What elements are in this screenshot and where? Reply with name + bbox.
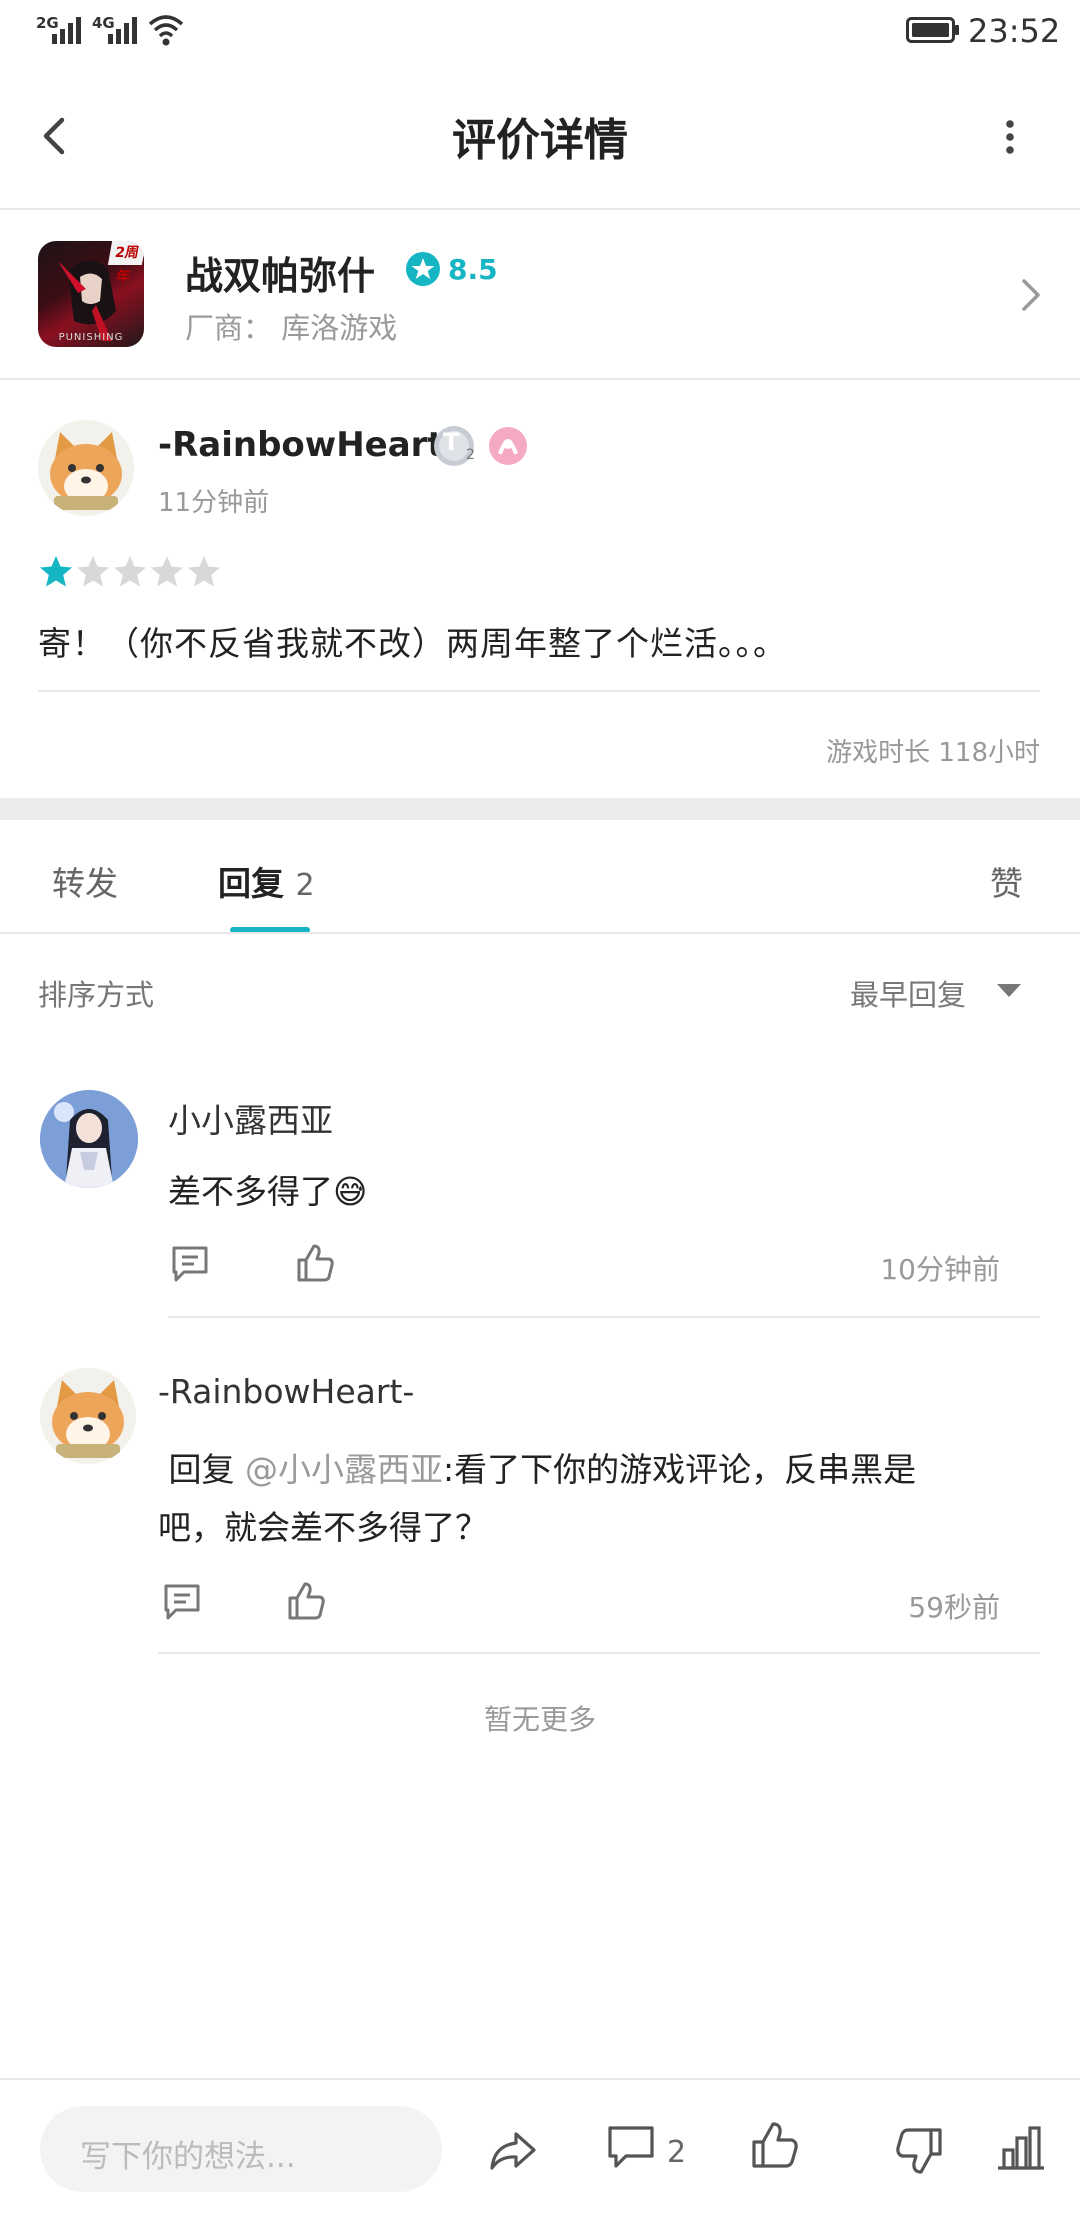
reply-2-prefix: 回复 — [168, 1450, 245, 1489]
signal-4g-icon — [108, 17, 137, 44]
reply-2-like-button[interactable] — [284, 1578, 328, 1624]
page-title: 评价详情 — [452, 115, 628, 166]
reply-2-author[interactable]: -RainbowHeart- — [158, 1372, 414, 1411]
dropdown-triangle-icon — [997, 984, 1021, 997]
score-star-icon — [406, 252, 440, 286]
comment-input-placeholder: 写下你的想法... — [80, 2139, 296, 2175]
reply-1-comment-button[interactable] — [168, 1242, 212, 1286]
reply-2-comment-button[interactable] — [160, 1580, 204, 1624]
stats-button[interactable] — [994, 2120, 1048, 2174]
status-time: 23:52 — [968, 12, 1061, 50]
game-maker: 厂商： 库洛游戏 — [185, 311, 398, 345]
thumb-up-icon — [752, 2122, 798, 2168]
game-name: 战双帕弥什 — [185, 254, 376, 298]
review-text: 寄！（你不反省我就不改）两周年整了个烂活。。。 — [38, 624, 787, 663]
shiba-avatar-image — [52, 1380, 124, 1458]
more-vertical-icon — [1006, 120, 1014, 154]
section-gap — [0, 798, 1080, 820]
thumb-up-icon — [297, 1244, 334, 1282]
dislike-button[interactable] — [892, 2124, 946, 2178]
chevron-right-icon — [1022, 279, 1040, 311]
no-more-text: 暂无更多 — [483, 1703, 596, 1736]
thumb-up-icon — [288, 1582, 325, 1620]
review-time: 11分钟前 — [158, 488, 270, 518]
status-bar: 2G 4G 23:52 — [0, 0, 1080, 64]
reply-2-avatar[interactable] — [40, 1368, 136, 1464]
level-badge-sub: 2 — [466, 447, 475, 463]
reply-2-time: 59秒前 — [908, 1591, 1000, 1624]
like-button[interactable] — [748, 2118, 802, 2172]
game-score: 8.5 — [448, 253, 498, 286]
rating-stars — [38, 554, 228, 590]
review-author-name[interactable]: -RainbowHeart- — [158, 425, 458, 465]
tab-reply[interactable]: 回复 2 — [218, 857, 315, 905]
comment-button[interactable] — [604, 2120, 658, 2174]
battery-icon — [906, 17, 959, 43]
tab-reply-label: 回复 — [218, 864, 284, 903]
game-row[interactable] — [0, 210, 1080, 378]
shiba-avatar-image — [50, 432, 122, 510]
share-button[interactable] — [486, 2124, 540, 2178]
fan-badge-icon — [489, 427, 527, 465]
game-logo-text: PUNISHING — [58, 332, 124, 343]
share-icon — [490, 2132, 536, 2170]
reply-1-time: 10分钟前 — [880, 1253, 1000, 1286]
thumb-down-icon — [896, 2128, 942, 2174]
level-badge-letter: T — [443, 428, 460, 456]
comment-icon — [608, 2126, 654, 2168]
star-rating-icon — [40, 556, 220, 587]
reply-2-content: 回复 @小小露西亚:看了下你的游戏评论，反串黑是 吧，就会差不多得了？ — [158, 1441, 1018, 1557]
bottom-bar-divider — [0, 2078, 1080, 2080]
sweat-smile-emoji: 😅 — [333, 1172, 368, 1211]
reply-1-author[interactable]: 小小露西亚 — [168, 1094, 333, 1142]
reply-2-text-line2: 吧，就会差不多得了？ — [158, 1508, 488, 1547]
playtime: 游戏时长 118小时 — [826, 738, 1040, 768]
reply-1-text: 差不多得了 — [168, 1172, 333, 1211]
tabs-divider — [0, 932, 1080, 934]
wifi-icon — [148, 15, 184, 46]
signal-2g-icon — [52, 17, 81, 44]
review-divider — [38, 690, 1040, 692]
game-icon[interactable]: 2周年 PUNISHING — [38, 241, 144, 347]
comment-icon — [164, 1584, 200, 1620]
anime-girl-avatar-image — [40, 1090, 138, 1188]
reply-1-divider — [168, 1316, 1040, 1318]
reply-2-divider — [158, 1652, 1040, 1654]
sort-value: 最早回复 — [850, 978, 967, 1012]
tab-reply-count: 2 — [295, 868, 315, 903]
comment-count: 2 — [667, 2135, 687, 2170]
game-divider — [0, 378, 1080, 380]
anniversary-badge: 2周年 — [107, 241, 144, 285]
sort-label: 排序方式 — [38, 978, 155, 1012]
tab-like[interactable]: 赞 — [990, 857, 1023, 905]
tab-forward[interactable]: 转发 — [52, 857, 118, 905]
reply-1-like-button[interactable] — [293, 1240, 337, 1286]
reply-1-avatar[interactable] — [40, 1090, 138, 1188]
comment-icon — [172, 1246, 208, 1282]
reply-2-text-line1: :看了下你的游戏评论，反串黑是 — [443, 1450, 917, 1489]
reply-1-content: 差不多得了😅 — [168, 1163, 367, 1221]
reply-2-mention[interactable]: @小小露西亚 — [245, 1450, 443, 1489]
stats-icon — [998, 2126, 1044, 2170]
more-button[interactable] — [990, 112, 1030, 162]
review-author-avatar[interactable] — [38, 420, 134, 516]
